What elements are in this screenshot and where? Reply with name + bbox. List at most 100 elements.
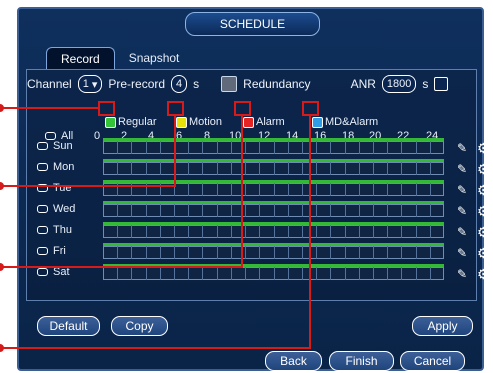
hour-gridline bbox=[188, 246, 190, 259]
edit-pencil-icon[interactable]: ✎ bbox=[457, 246, 467, 260]
hour-gridline bbox=[372, 141, 374, 154]
hour-gridline bbox=[316, 162, 318, 175]
edit-pencil-icon[interactable]: ✎ bbox=[457, 204, 467, 218]
day-toggle-icon[interactable] bbox=[37, 226, 48, 234]
schedule-grid-wed[interactable] bbox=[103, 201, 444, 217]
md-alarm-checkbox[interactable] bbox=[312, 116, 323, 128]
hour-gridline bbox=[188, 141, 190, 154]
hour-gridline bbox=[316, 246, 318, 259]
hour-gridline bbox=[230, 267, 232, 280]
legend-alarm-label: Alarm bbox=[256, 116, 285, 128]
gear-icon[interactable]: ⚙ bbox=[477, 183, 491, 197]
hour-gridline bbox=[372, 204, 374, 217]
hour-gridline bbox=[230, 225, 232, 238]
hour-gridline bbox=[330, 246, 332, 259]
schedule-grid-sun[interactable] bbox=[103, 138, 444, 154]
hour-gridline bbox=[344, 183, 346, 196]
hour-gridline bbox=[145, 162, 147, 175]
hour-gridline bbox=[387, 267, 389, 280]
anr-label: ANR bbox=[350, 77, 376, 91]
motion-checkbox[interactable] bbox=[176, 116, 187, 128]
annotation-regular-box bbox=[98, 101, 115, 116]
hour-gridline bbox=[344, 141, 346, 154]
hour-gridline bbox=[330, 204, 332, 217]
day-toggle-icon[interactable] bbox=[37, 268, 48, 276]
hour-gridline bbox=[230, 141, 232, 154]
default-button[interactable]: Default bbox=[37, 316, 100, 336]
hour-gridline bbox=[273, 267, 275, 280]
hour-gridline bbox=[159, 141, 161, 154]
dropdown-arrow-icon: ▾ bbox=[91, 78, 98, 91]
back-button[interactable]: Back bbox=[265, 351, 322, 371]
hour-gridline bbox=[202, 183, 204, 196]
tab-record[interactable]: Record bbox=[46, 47, 115, 70]
hour-gridline bbox=[131, 162, 133, 175]
hour-gridline bbox=[287, 141, 289, 154]
regular-checkbox[interactable] bbox=[105, 116, 116, 128]
finish-button[interactable]: Finish bbox=[329, 351, 394, 371]
hour-gridline bbox=[117, 225, 119, 238]
tab-snapshot[interactable]: Snapshot bbox=[115, 47, 194, 69]
edit-pencil-icon[interactable]: ✎ bbox=[457, 225, 467, 239]
day-toggle-icon[interactable] bbox=[37, 205, 48, 213]
gear-icon[interactable]: ⚙ bbox=[477, 204, 491, 218]
gear-icon[interactable]: ⚙ bbox=[477, 162, 491, 176]
copy-button[interactable]: Copy bbox=[111, 316, 168, 336]
redundancy-checkbox[interactable] bbox=[221, 76, 238, 92]
edit-pencil-icon[interactable]: ✎ bbox=[457, 267, 467, 281]
gear-icon[interactable]: ⚙ bbox=[477, 225, 491, 239]
hour-gridline bbox=[358, 183, 360, 196]
edit-pencil-icon[interactable]: ✎ bbox=[457, 183, 467, 197]
hour-gridline bbox=[273, 162, 275, 175]
hour-gridline bbox=[287, 162, 289, 175]
alarm-checkbox[interactable] bbox=[243, 116, 254, 128]
hour-gridline bbox=[159, 267, 161, 280]
hour-gridline bbox=[330, 225, 332, 238]
hour-gridline bbox=[245, 204, 247, 217]
apply-button[interactable]: Apply bbox=[412, 316, 473, 336]
hour-gridline bbox=[429, 183, 431, 196]
prerecord-input[interactable]: 4 bbox=[171, 75, 188, 93]
hour-gridline bbox=[401, 204, 403, 217]
hour-gridline bbox=[358, 204, 360, 217]
day-label-sun: Sun bbox=[53, 140, 73, 152]
hour-gridline bbox=[131, 246, 133, 259]
hour-gridline bbox=[216, 162, 218, 175]
prerecord-unit: s bbox=[193, 77, 200, 91]
hour-gridline bbox=[429, 246, 431, 259]
gear-icon[interactable]: ⚙ bbox=[477, 267, 491, 281]
day-toggle-icon[interactable] bbox=[37, 247, 48, 255]
schedule-grid-mon[interactable] bbox=[103, 159, 444, 175]
hour-gridline bbox=[145, 267, 147, 280]
hour-gridline bbox=[202, 141, 204, 154]
edit-pencil-icon[interactable]: ✎ bbox=[457, 162, 467, 176]
hour-gridline bbox=[301, 162, 303, 175]
gear-icon[interactable]: ⚙ bbox=[477, 141, 491, 155]
hour-gridline bbox=[202, 204, 204, 217]
channel-select[interactable]: 1 ▾ bbox=[77, 75, 103, 93]
anr-checkbox[interactable] bbox=[434, 77, 449, 91]
hour-gridline bbox=[358, 246, 360, 259]
annotation-line-alarm-v bbox=[241, 116, 243, 268]
gear-icon[interactable]: ⚙ bbox=[477, 246, 491, 260]
hour-gridline bbox=[429, 162, 431, 175]
edit-pencil-icon[interactable]: ✎ bbox=[457, 141, 467, 155]
cancel-button[interactable]: Cancel bbox=[400, 351, 465, 371]
schedule-grid-thu[interactable] bbox=[103, 222, 444, 238]
hour-gridline bbox=[174, 267, 176, 280]
day-toggle-icon[interactable] bbox=[37, 142, 48, 150]
schedule-grid-tue[interactable] bbox=[103, 180, 444, 196]
hour-gridline bbox=[429, 204, 431, 217]
schedule-grid-fri[interactable] bbox=[103, 243, 444, 259]
annotation-alarm-box bbox=[234, 101, 251, 116]
anr-input[interactable]: 1800 bbox=[381, 75, 417, 93]
hour-gridline bbox=[316, 204, 318, 217]
hour-gridline bbox=[429, 141, 431, 154]
hour-gridline bbox=[117, 204, 119, 217]
hour-gridline bbox=[372, 246, 374, 259]
day-toggle-icon[interactable] bbox=[37, 163, 48, 171]
hour-gridline bbox=[273, 246, 275, 259]
anr-value: 1800 bbox=[386, 78, 412, 90]
hour-gridline bbox=[415, 141, 417, 154]
legend-md-alarm-label: MD&Alarm bbox=[325, 116, 379, 128]
